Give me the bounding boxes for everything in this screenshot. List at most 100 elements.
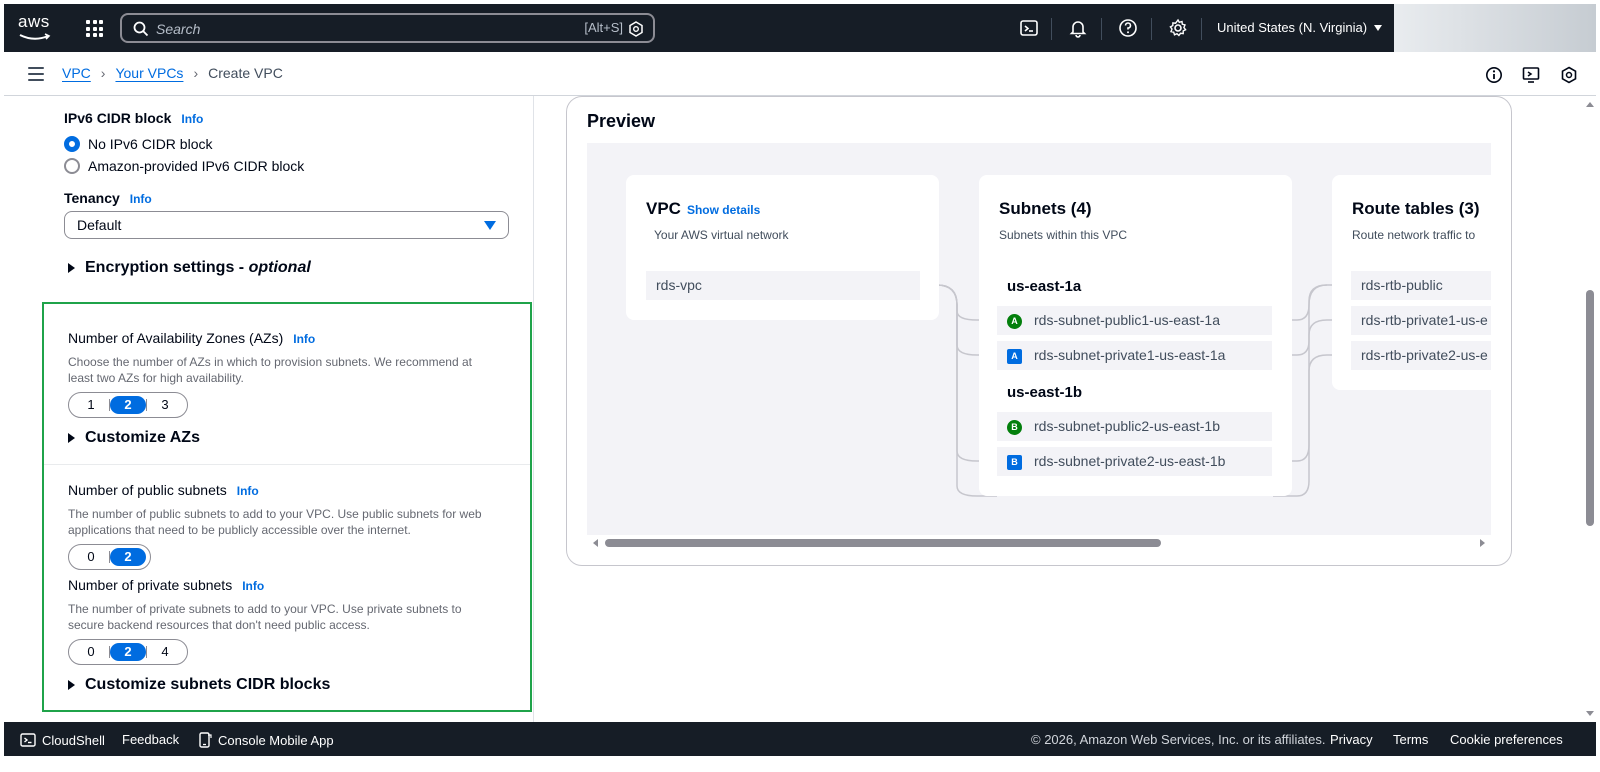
services-grid-icon[interactable] <box>86 20 103 37</box>
public-subnets-description: The number of public subnets to add to y… <box>68 507 482 537</box>
amazon-q-panel-icon[interactable] <box>1560 66 1578 84</box>
subnet-node[interactable]: Ards-subnet-private1-us-east-1a <box>997 341 1272 370</box>
az-option-2[interactable]: 2 <box>110 396 146 414</box>
tenancy-select[interactable]: Default <box>64 211 509 239</box>
footer-privacy[interactable]: Privacy <box>1330 732 1373 747</box>
vpc-title-text: VPC <box>646 199 681 218</box>
az-option-3[interactable]: 3 <box>147 396 183 414</box>
customize-cidr-expander[interactable]: Customize subnets CIDR blocks <box>68 676 330 694</box>
ipv6-info-link[interactable]: Info <box>181 112 203 126</box>
search-input[interactable] <box>156 19 556 39</box>
az-count-description: Choose the number of AZs in which to pro… <box>68 355 472 385</box>
subnet-name: rds-subnet-private1-us-east-1a <box>1034 347 1226 363</box>
breadcrumb-current: Create VPC <box>208 65 283 81</box>
tenancy-info-link[interactable]: Info <box>130 192 152 206</box>
search-shortcut: [Alt+S] <box>584 20 623 35</box>
vpc-card-title: VPC Show details <box>646 199 760 219</box>
nav-divider <box>1051 18 1052 40</box>
private-subnets-section: Number of private subnets Info The number… <box>68 577 488 665</box>
az-info-link[interactable]: Info <box>293 332 315 346</box>
scrollbar-thumb[interactable] <box>605 539 1161 547</box>
customize-azs-label: Customize AZs <box>85 429 200 446</box>
private-option-0[interactable]: 0 <box>73 643 109 661</box>
caret-right-icon <box>68 263 75 273</box>
private-subnets-label: Number of private subnets <box>68 577 233 593</box>
vpc-node[interactable]: rds-vpc <box>646 271 920 300</box>
private-subnet-badge-icon: A <box>1007 349 1022 364</box>
vpc-card: VPC Show details Your AWS virtual network… <box>626 175 939 320</box>
vpc-settings-form: IPv6 CIDR block Info No IPv6 CIDR block A… <box>4 96 534 722</box>
subnet-node[interactable]: Ards-subnet-public1-us-east-1a <box>997 306 1272 335</box>
breadcrumb-your-vpcs[interactable]: Your VPCs <box>115 65 183 81</box>
console-footer: CloudShell Feedback Console Mobile App ©… <box>4 722 1596 756</box>
aws-smile-icon <box>19 33 51 40</box>
az-option-1[interactable]: 1 <box>73 396 109 414</box>
subnet-name: rds-subnet-public2-us-east-1b <box>1034 418 1220 434</box>
preview-horizontal-scrollbar[interactable] <box>587 537 1491 549</box>
tenancy-group: Tenancy Info <box>64 190 152 208</box>
radio-amazon-ipv6[interactable]: Amazon-provided IPv6 CIDR block <box>64 158 304 174</box>
region-selector[interactable]: United States (N. Virginia) <box>1217 20 1383 35</box>
caret-down-icon <box>1374 24 1383 31</box>
radio-label: Amazon-provided IPv6 CIDR block <box>88 158 305 174</box>
amazon-q-icon[interactable] <box>628 21 644 37</box>
cloudshell-label: CloudShell <box>42 732 105 748</box>
footer-terms[interactable]: Terms <box>1393 732 1428 747</box>
footer-feedback[interactable]: Feedback <box>122 732 179 747</box>
tenancy-value: Default <box>77 217 122 233</box>
public-option-0[interactable]: 0 <box>73 548 109 566</box>
nav-divider <box>1101 18 1102 40</box>
caret-right-icon <box>68 680 75 690</box>
public-subnet-badge-icon: A <box>1007 314 1022 329</box>
scroll-left-icon[interactable] <box>593 539 598 547</box>
encryption-settings-expander[interactable]: Encryption settings - optional <box>68 259 311 277</box>
region-label: United States (N. Virginia) <box>1217 20 1368 35</box>
public-option-2[interactable]: 2 <box>110 548 146 566</box>
radio-selected-icon[interactable] <box>64 136 80 152</box>
subnet-name: rds-subnet-public1-us-east-1a <box>1034 312 1220 328</box>
chevron-right-icon: › <box>100 65 106 81</box>
footer-mobile-app[interactable]: Console Mobile App <box>198 732 334 748</box>
route-table-node[interactable]: rds-rtb-public <box>1351 271 1491 300</box>
cloudshell-icon[interactable] <box>1019 18 1039 38</box>
caret-down-icon <box>484 221 496 230</box>
scrollbar-thumb[interactable] <box>1586 290 1594 526</box>
subnet-node[interactable]: Brds-subnet-private2-us-east-1b <box>997 447 1272 476</box>
radio-unselected-icon[interactable] <box>64 158 80 174</box>
private-subnets-segmented-control: 0 2 4 <box>68 639 188 665</box>
public-subnet-badge-icon: B <box>1007 420 1022 435</box>
show-details-link[interactable]: Show details <box>687 203 760 217</box>
browser-viewport: aws [Alt+S] United States (N. Virginia) … <box>4 4 1596 768</box>
footer-cookie-preferences[interactable]: Cookie preferences <box>1450 732 1563 747</box>
menu-icon[interactable] <box>28 67 44 81</box>
bell-icon[interactable] <box>1068 18 1088 38</box>
breadcrumb-vpc[interactable]: VPC <box>62 65 91 81</box>
route-table-node[interactable]: rds-rtb-private1-us-e <box>1351 306 1491 335</box>
private-option-4[interactable]: 4 <box>147 643 183 661</box>
subnets-card-subtitle: Subnets within this VPC <box>999 228 1128 242</box>
gear-icon[interactable] <box>1168 18 1188 38</box>
route-tables-card-subtitle: Route network traffic to <box>1352 228 1476 242</box>
private-option-2[interactable]: 2 <box>110 643 146 661</box>
section-divider <box>44 464 530 465</box>
scroll-down-icon[interactable] <box>1586 711 1594 716</box>
subnet-node[interactable]: Brds-subnet-public2-us-east-1b <box>997 412 1272 441</box>
help-icon[interactable] <box>1118 18 1138 38</box>
public-subnets-info-link[interactable]: Info <box>237 484 259 498</box>
route-table-node[interactable]: rds-rtb-private2-us-e <box>1351 341 1491 370</box>
subnet-name: rds-subnet-private2-us-east-1b <box>1034 453 1226 469</box>
tutorial-panel-icon[interactable] <box>1522 66 1540 84</box>
scroll-right-icon[interactable] <box>1480 539 1485 547</box>
tenancy-label: Tenancy <box>64 190 120 206</box>
private-subnets-info-link[interactable]: Info <box>242 579 264 593</box>
private-subnet-badge-icon: B <box>1007 455 1022 470</box>
customize-azs-expander[interactable]: Customize AZs <box>68 429 200 447</box>
route-tables-card: Route tables (3) Route network traffic t… <box>1332 175 1491 390</box>
aws-logo[interactable]: aws <box>18 13 54 43</box>
search-bar[interactable]: [Alt+S] <box>120 13 655 43</box>
info-panel-icon[interactable] <box>1485 66 1503 84</box>
footer-cloudshell[interactable]: CloudShell <box>20 732 105 748</box>
scroll-up-icon[interactable] <box>1586 102 1594 107</box>
radio-no-ipv6[interactable]: No IPv6 CIDR block <box>64 136 304 152</box>
page-vertical-scrollbar[interactable] <box>1582 96 1596 722</box>
